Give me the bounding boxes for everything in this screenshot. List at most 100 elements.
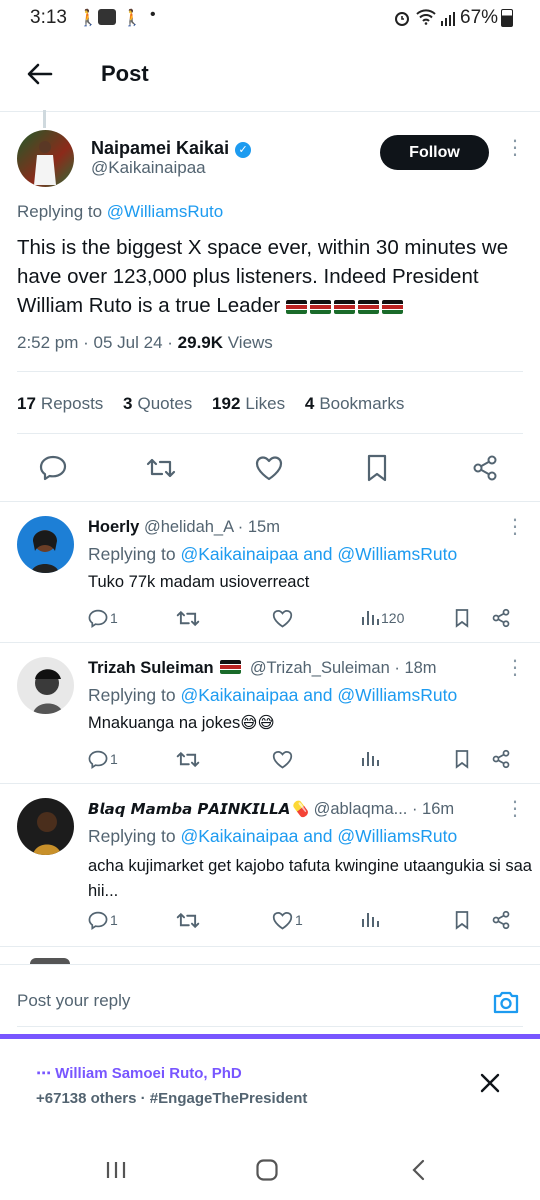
reply-author-handle[interactable]: @ablaqma... xyxy=(314,800,408,818)
reply-share-button[interactable] xyxy=(491,603,513,633)
reply-share-button[interactable] xyxy=(491,905,513,935)
kenya-flags xyxy=(285,293,406,322)
comment-icon xyxy=(39,455,67,481)
dot-icon: • xyxy=(150,6,156,23)
repost-button[interactable] xyxy=(141,448,181,488)
home-button[interactable] xyxy=(247,1150,287,1190)
reply-replying-to: Replying to @Kaikainaipaa and @WilliamsR… xyxy=(88,826,457,847)
close-icon xyxy=(480,1073,500,1093)
follow-button[interactable]: Follow xyxy=(380,135,489,170)
reposts-stat[interactable]: 17 Reposts xyxy=(17,394,103,413)
more-options-icon[interactable]: ⋮ xyxy=(505,517,525,537)
bookmark-icon xyxy=(455,750,469,769)
home-icon xyxy=(256,1159,278,1181)
kenya-flag-icon xyxy=(333,300,355,314)
author-name[interactable]: Naipamei Kaikai ✓ xyxy=(91,138,252,159)
reply-author-name[interactable]: 𝘽𝙡𝙖𝙦 𝙈𝙖𝙢𝙗𝙖 𝙋𝘼𝙄𝙉𝙆𝙄𝙇𝙇𝘼💊 xyxy=(88,800,309,818)
kenya-flag-icon xyxy=(381,300,403,314)
reply-item[interactable]: 𝘽𝙡𝙖𝙦 𝙈𝙖𝙢𝙗𝙖 𝙋𝘼𝙄𝙉𝙆𝙄𝙇𝙇𝘼💊 @ablaqma... · 16m … xyxy=(0,784,540,946)
heart-icon xyxy=(272,911,293,930)
header-divider xyxy=(0,111,540,112)
bookmarks-stat[interactable]: 4 Bookmarks xyxy=(305,394,405,413)
reply-composer[interactable]: Post your reply xyxy=(0,975,540,1030)
like-count: 1 xyxy=(295,912,303,928)
reply-repost-button[interactable] xyxy=(176,603,202,633)
kenya-flag-icon xyxy=(285,300,307,314)
bookmark-button[interactable] xyxy=(357,448,397,488)
reply-comment-button[interactable]: 1 xyxy=(88,744,118,774)
reply-item[interactable]: Trizah Suleiman @Trizah_Suleiman · 18m ⋮… xyxy=(0,643,540,783)
thread-line xyxy=(43,110,46,128)
replying-to-link[interactable]: @Kaikainaipaa and @WilliamsRuto xyxy=(180,544,457,564)
back-button[interactable] xyxy=(20,54,60,94)
divider xyxy=(17,371,523,372)
author-handle[interactable]: @Kaikainaipaa xyxy=(91,158,206,178)
reply-bookmark-button[interactable] xyxy=(454,603,472,633)
reply-input[interactable]: Post your reply xyxy=(17,991,130,1011)
repost-icon xyxy=(176,912,200,928)
more-options-icon[interactable]: ⋮ xyxy=(505,658,525,678)
walking-icon-2: 🚶 xyxy=(122,10,142,27)
replying-to-link[interactable]: @Kaikainaipaa and @WilliamsRuto xyxy=(180,826,457,846)
reply-views-button[interactable]: 120 xyxy=(361,603,404,633)
reply-author-name[interactable]: Trizah Suleiman xyxy=(88,659,214,677)
replying-prefix: Replying to xyxy=(17,202,103,221)
reply-like-button[interactable]: 1 xyxy=(272,905,303,935)
chevron-left-icon xyxy=(412,1159,425,1181)
more-options-icon[interactable]: ⋮ xyxy=(505,799,525,819)
reply-author-handle[interactable]: @Trizah_Suleiman xyxy=(250,659,390,677)
status-time: 3:13 xyxy=(30,7,67,28)
system-back-button[interactable] xyxy=(398,1150,438,1190)
reply-repost-button[interactable] xyxy=(176,744,202,774)
camera-button[interactable] xyxy=(490,986,522,1018)
space-dock[interactable]: ⋯ William Samoei Ruto, PhD +67138 others… xyxy=(0,1039,540,1139)
battery-text: 67% xyxy=(460,7,499,28)
reply-button[interactable] xyxy=(33,448,73,488)
quotes-stat[interactable]: 3 Quotes xyxy=(123,394,192,413)
replying-to: Replying to @WilliamsRuto xyxy=(17,202,223,222)
reply-comment-button[interactable]: 1 xyxy=(88,603,118,633)
post-actions xyxy=(0,448,540,488)
battery-icon xyxy=(501,9,513,27)
avatar[interactable] xyxy=(17,657,74,714)
likes-stat[interactable]: 192 Likes xyxy=(212,394,285,413)
views-count: 120 xyxy=(381,610,405,626)
divider xyxy=(0,946,540,947)
heart-icon xyxy=(272,750,293,769)
reply-like-button[interactable] xyxy=(272,603,295,633)
replying-to-link[interactable]: @WilliamsRuto xyxy=(107,202,223,221)
reply-like-button[interactable] xyxy=(272,744,295,774)
reply-time: · 16m xyxy=(411,800,455,818)
post-text: This is the biggest X space ever, within… xyxy=(17,233,527,322)
reply-text: acha kujimarket get kajobo tafuta kwingi… xyxy=(88,857,532,900)
reply-item[interactable]: Hoerly @helidah_A · 15m ⋮ Replying to @K… xyxy=(0,502,540,642)
avatar[interactable] xyxy=(17,130,74,187)
reply-bookmark-button[interactable] xyxy=(454,744,472,774)
reply-comment-button[interactable]: 1 xyxy=(88,905,118,935)
divider xyxy=(17,433,523,434)
close-button[interactable] xyxy=(474,1067,506,1099)
reply-replying-to: Replying to @Kaikainaipaa and @WilliamsR… xyxy=(88,685,457,706)
like-button[interactable] xyxy=(249,448,289,488)
reply-count: 1 xyxy=(110,610,118,626)
reply-bookmark-button[interactable] xyxy=(454,905,472,935)
avatar[interactable] xyxy=(17,516,74,573)
reply-repost-button[interactable] xyxy=(176,905,202,935)
walking-icon: 🚶 xyxy=(78,10,98,27)
reply-count: 1 xyxy=(110,751,118,767)
post-time: 2:52 pm · 05 Jul 24 · xyxy=(17,333,173,352)
more-options-icon[interactable]: ⋮ xyxy=(505,138,525,158)
space-host: ⋯ William Samoei Ruto, PhD xyxy=(36,1064,242,1082)
reply-author-handle[interactable]: @helidah_A xyxy=(144,518,233,536)
replying-to-link[interactable]: @Kaikainaipaa and @WilliamsRuto xyxy=(180,685,457,705)
reply-views-button[interactable] xyxy=(361,744,381,774)
bookmark-icon xyxy=(455,911,469,930)
heart-icon xyxy=(272,609,293,628)
avatar[interactable] xyxy=(17,798,74,855)
share-button[interactable] xyxy=(465,448,505,488)
reply-author-name[interactable]: Hoerly xyxy=(88,518,139,536)
arrow-left-icon xyxy=(27,63,53,85)
reply-views-button[interactable] xyxy=(361,905,381,935)
reply-share-button[interactable] xyxy=(491,744,513,774)
recent-apps-button[interactable] xyxy=(96,1150,136,1190)
